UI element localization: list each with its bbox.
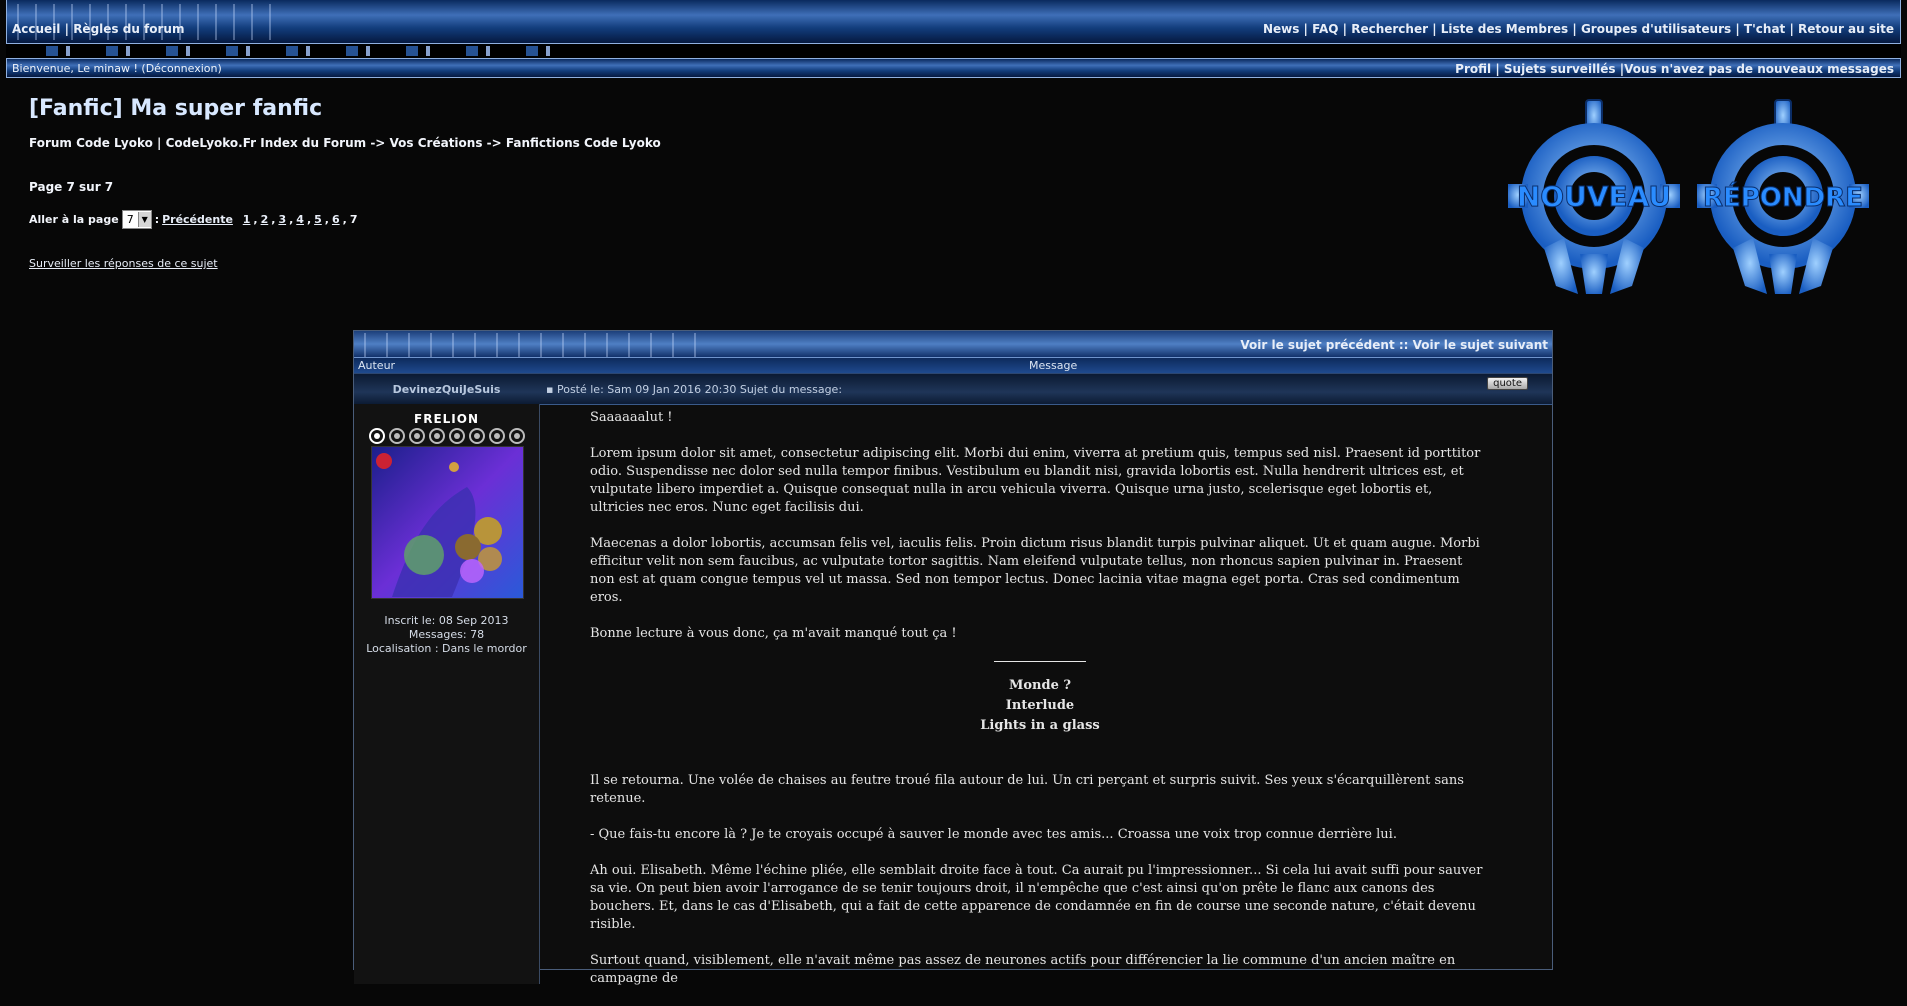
top-navigation-bar: Accueil | Règles du forum News | FAQ | R… [6, 0, 1901, 44]
page-link-1[interactable]: 1 [243, 213, 251, 226]
nav-link-membres[interactable]: Liste des Membres [1441, 22, 1568, 36]
divider [994, 661, 1086, 662]
header-strip [6, 44, 1901, 58]
page-link-6[interactable]: 6 [332, 213, 340, 226]
author-name[interactable]: DevinezQuiJeSuis [354, 383, 539, 396]
private-messages-link[interactable]: Vous n'avez pas de nouveaux messages [1624, 62, 1894, 76]
post-icon: ▪ [546, 383, 554, 396]
topic-title[interactable]: [Fanfic] Ma super fanfic [29, 96, 322, 121]
nav-link-faq[interactable]: FAQ [1312, 22, 1338, 36]
nav-link-regles[interactable]: Règles du forum [73, 22, 184, 36]
user-bar: Bienvenue, Le minaw ! (Déconnexion) Prof… [6, 58, 1901, 78]
separator: | [1735, 22, 1740, 36]
post-paragraph: Maecenas a dolor lobortis, accumsan feli… [590, 536, 1480, 605]
nav-right-links: News | FAQ | Rechercher | Liste des Memb… [1263, 22, 1894, 36]
separator: : [154, 213, 160, 226]
avatar-image [372, 447, 523, 598]
separator: | [1789, 22, 1794, 36]
avatar [371, 446, 524, 599]
page-select-value: 7 [126, 213, 134, 226]
welcome-logout-link[interactable]: Bienvenue, Le minaw ! (Déconnexion) [12, 62, 222, 75]
rank-icons [367, 426, 527, 446]
chapter-heading: Lights in a glass [980, 718, 1100, 733]
nav-link-news[interactable]: News [1263, 22, 1299, 36]
author-location: Localisation : Dans le mordor [366, 642, 527, 655]
chapter-heading: Monde ? [1008, 678, 1072, 693]
rank-gear-icons [369, 428, 525, 444]
page-info: Page 7 sur 7 [29, 180, 114, 194]
nav-left-links: Accueil | Règles du forum [12, 22, 184, 36]
separator: | [1495, 62, 1500, 76]
new-button-label: NOUVEAU [1517, 180, 1671, 213]
post-paragraph: Surtout quand, visiblement, elle n'avait… [590, 953, 1456, 986]
author-info: Inscrit le: 08 Sep 2013 Messages: 78 Loc… [354, 614, 539, 656]
topic-prev-next-links[interactable]: Voir le sujet précédent :: Voir le sujet… [1240, 338, 1548, 352]
nav-link-tchat[interactable]: T'chat [1744, 22, 1785, 36]
post-paragraph: Il se retourna. Une volée de chaises au … [590, 773, 1464, 806]
chapter-heading: Interlude [1005, 698, 1075, 713]
column-headers: Auteur Message [354, 357, 1552, 373]
page-link-2[interactable]: 2 [261, 213, 269, 226]
post-paragraph: - Que fais-tu encore là ? Je te croyais … [590, 827, 1397, 842]
quote-button[interactable]: quote [1487, 377, 1528, 390]
nav-link-retour-site[interactable]: Retour au site [1798, 22, 1894, 36]
separator: | [1572, 22, 1577, 36]
breadcrumb[interactable]: Forum Code Lyoko | CodeLyoko.Fr Index du… [29, 136, 661, 150]
post-paragraph: Ah oui. Elisabeth. Même l'échine pliée, … [590, 863, 1483, 932]
post-paragraph: Saaaaaalut ! [590, 410, 673, 425]
profile-link[interactable]: Profil [1455, 62, 1491, 76]
post-header-row: DevinezQuiJeSuis ▪ Posté le: Sam 09 Jan … [354, 373, 1552, 405]
current-page: 7 [349, 213, 358, 226]
new-topic-button[interactable]: NOUVEAU [1504, 98, 1684, 298]
post-paragraph: Bonne lecture à vous donc, ça m'avait ma… [590, 626, 957, 641]
watch-topic-link[interactable]: Surveiller les réponses de ce sujet [29, 257, 218, 270]
page-jump: Aller à la page 7 ▼ : Précédente 1, 2, 3… [29, 210, 357, 229]
post-meta: ▪ Posté le: Sam 09 Jan 2016 20:30 Sujet … [546, 383, 842, 396]
separator: | [1432, 22, 1437, 36]
nav-link-accueil[interactable]: Accueil [12, 22, 60, 36]
emblem-icon: RÉPONDRE [1697, 99, 1869, 294]
page-link-5[interactable]: 5 [314, 213, 322, 226]
page-link-4[interactable]: 4 [296, 213, 304, 226]
reply-button-label: RÉPONDRE [1703, 181, 1863, 213]
post-date: Posté le: Sam 09 Jan 2016 20:30 Sujet du… [556, 383, 843, 396]
user-rank: FRELION [414, 412, 479, 426]
nav-link-rechercher[interactable]: Rechercher [1351, 22, 1428, 36]
header-glow [46, 46, 566, 56]
separator: | [64, 22, 69, 36]
page-link-3[interactable]: 3 [278, 213, 286, 226]
reply-button[interactable]: RÉPONDRE [1693, 98, 1873, 298]
author-registered: Inscrit le: 08 Sep 2013 [384, 614, 509, 627]
previous-page-link[interactable]: Précédente [162, 213, 233, 226]
post-table-header: Voir le sujet précédent :: Voir le sujet… [354, 331, 1552, 367]
chevron-down-icon: ▼ [137, 212, 151, 227]
separator: | [1303, 22, 1308, 36]
separator: | [1342, 22, 1348, 36]
page-jump-label: Aller à la page [29, 213, 119, 226]
nav-link-groupes[interactable]: Groupes d'utilisateurs [1581, 22, 1731, 36]
post-table: Voir le sujet précédent :: Voir le sujet… [353, 330, 1553, 986]
user-links: Profil | Sujets surveillés |Vous n'avez … [1455, 62, 1894, 76]
page-select[interactable]: 7 ▼ [121, 210, 152, 229]
post-paragraph: Lorem ipsum dolor sit amet, consectetur … [590, 446, 1481, 515]
author-panel: FRELION Inscrit le: 08 Sep 2013 Messages… [354, 404, 540, 984]
column-author: Auteur [358, 359, 396, 372]
author-message-count: Messages: 78 [408, 628, 485, 641]
emblem-icon: NOUVEAU [1508, 99, 1680, 294]
post-body: Saaaaaalut ! Lorem ipsum dolor sit amet,… [590, 409, 1490, 1006]
watched-topics-link[interactable]: Sujets surveillés [1504, 62, 1616, 76]
column-message: Message [1029, 359, 1078, 372]
